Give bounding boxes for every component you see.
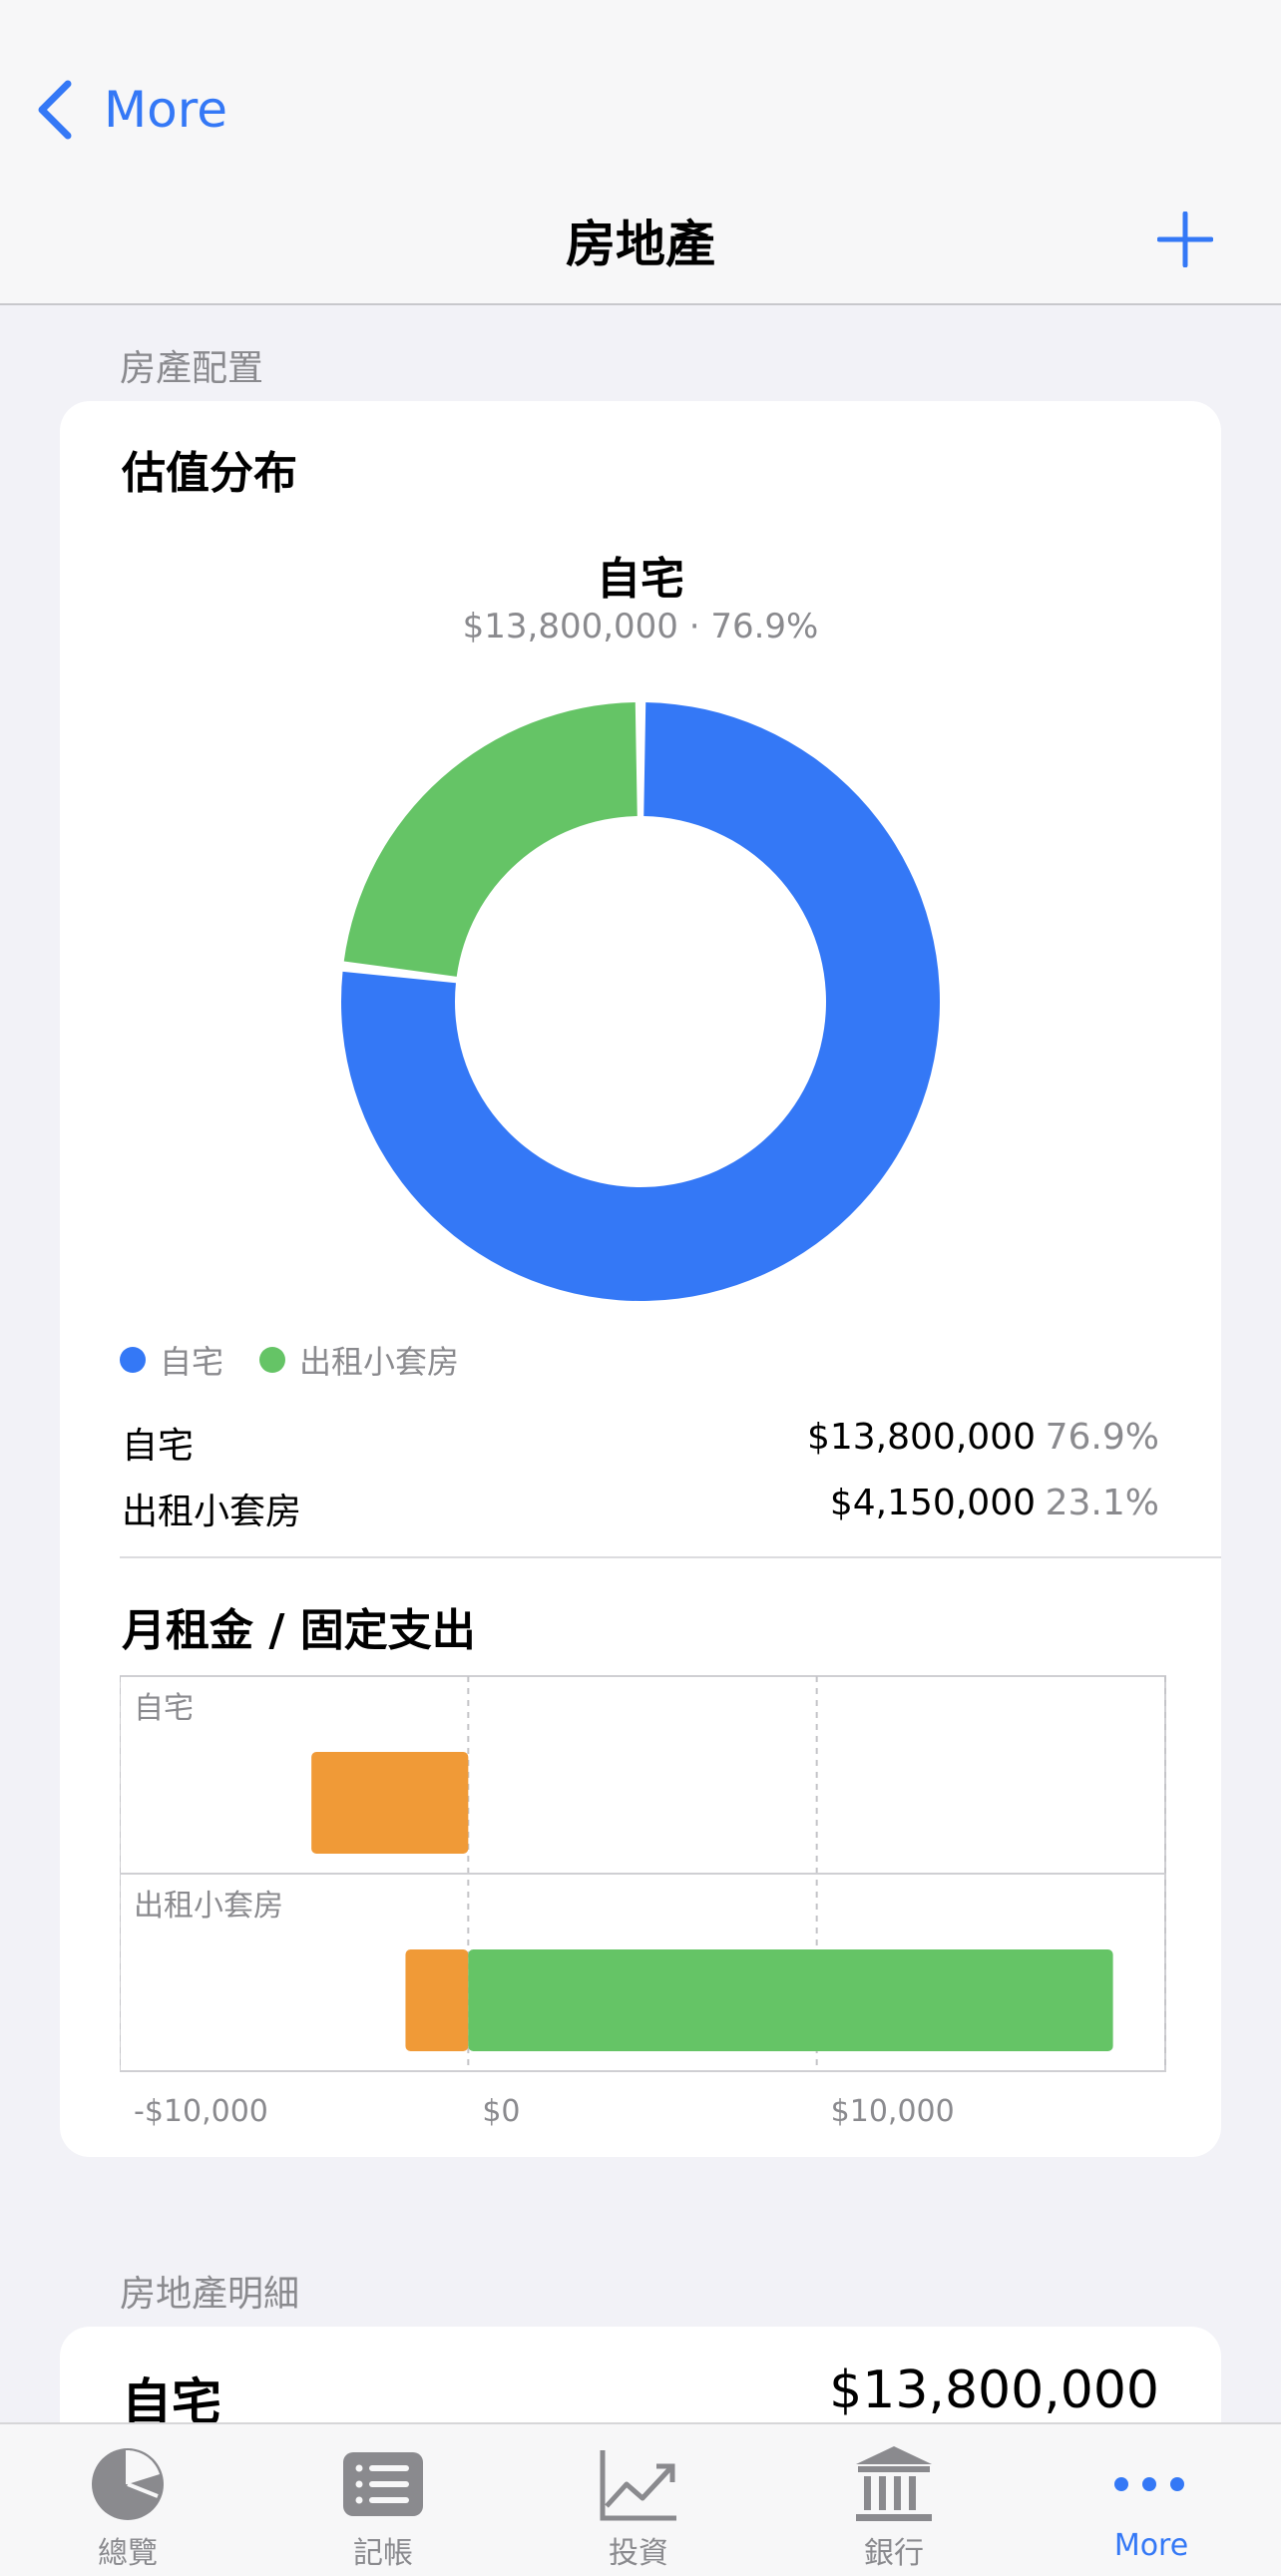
tab-label: 記帳: [353, 2536, 413, 2571]
allocation-card: 估值分布 自宅 $13,800,000 · 76.9% 自宅 出租小套房 自宅 …: [60, 401, 1221, 2157]
tab-bar: 總覽 記帳 投資 銀行 More: [0, 2422, 1281, 2576]
chevron-left-icon: [38, 80, 72, 140]
allocation-row[interactable]: 自宅 $13,800,000 76.9%: [122, 1409, 1221, 1469]
row-name: 自宅: [122, 1426, 195, 1467]
legend-dot: [120, 1347, 146, 1373]
valuation-donut-chart[interactable]: [339, 700, 942, 1303]
row-percent: 23.1%: [1045, 1483, 1159, 1523]
tab-label: 總覽: [98, 2536, 158, 2571]
back-button[interactable]: More: [36, 72, 227, 148]
row-name: 出租小套房: [122, 1492, 302, 1532]
tab-overview[interactable]: 總覽: [0, 2424, 255, 2576]
more-icon: [1114, 2477, 1184, 2491]
section-header-details: 房地產明細: [120, 2274, 300, 2315]
tab-label: More: [1113, 2528, 1189, 2563]
category-label: 自宅: [134, 1691, 194, 1726]
legend-item-rental: 出租小套房: [259, 1337, 459, 1383]
add-icon[interactable]: [1157, 212, 1213, 267]
navigation-bar: More 房地產: [0, 0, 1281, 305]
page-title: 房地產: [566, 215, 715, 273]
row-percent: 76.9%: [1045, 1417, 1159, 1458]
x-tick-label: $0: [482, 2094, 520, 2129]
tab-more[interactable]: More: [1022, 2424, 1281, 2576]
chart-legend: 自宅 出租小套房: [120, 1337, 495, 1383]
rent-expense-title: 月租金 / 固定支出: [122, 1605, 476, 1656]
legend-dot: [259, 1347, 286, 1373]
tab-label: 銀行: [864, 2536, 924, 2571]
tab-bank[interactable]: 銀行: [766, 2424, 1022, 2576]
selected-property-name: 自宅: [597, 554, 684, 605]
tab-investment[interactable]: 投資: [511, 2424, 766, 2576]
bank-icon: [856, 2446, 932, 2521]
donut-slice-rental[interactable]: [343, 702, 638, 977]
valuation-title: 估值分布: [122, 448, 297, 499]
tab-ledger[interactable]: 記帳: [255, 2424, 511, 2576]
section-header-allocation: 房產配置: [120, 348, 264, 389]
chart-line-icon: [600, 2450, 676, 2521]
legend-item-home: 自宅: [120, 1337, 223, 1383]
x-tick-label: $10,000: [831, 2094, 955, 2129]
pie-chart-icon: [92, 2448, 164, 2520]
tab-label: 投資: [609, 2536, 668, 2571]
row-value: $13,800,000: [806, 1417, 1036, 1458]
detail-property-value: $13,800,000: [829, 2361, 1159, 2420]
category-label: 出租小套房: [134, 1889, 283, 1924]
selected-property-info: $13,800,000 · 76.9%: [462, 607, 819, 646]
allocation-row[interactable]: 出租小套房 $4,150,000 23.1%: [122, 1475, 1221, 1534]
bar-expense-1: [405, 1949, 469, 2051]
list-icon: [343, 2452, 423, 2516]
back-label: More: [104, 81, 227, 139]
rent-expense-bar-chart: 自宅出租小套房 -$10,000 $0 $10,000: [120, 1675, 1166, 2129]
row-value: $4,150,000: [829, 1483, 1036, 1523]
x-tick-label: -$10,000: [134, 2094, 268, 2129]
bar-rent-1: [468, 1949, 1113, 2051]
bar-expense-0: [311, 1752, 469, 1854]
divider: [120, 1556, 1221, 1558]
